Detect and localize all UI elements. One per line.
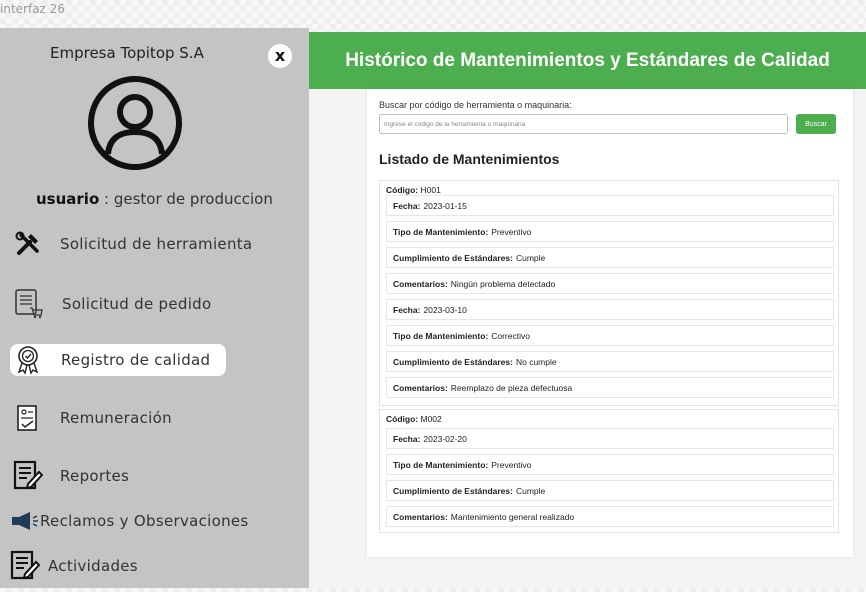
nav-label: Remuneración [60,409,172,427]
page-title: Histórico de Mantenimientos y Estándares… [345,49,830,71]
nav-label: Registro de calidad [61,351,211,369]
nav-remuneracion[interactable]: Remuneración [10,402,172,434]
group-code: Código: H001 [386,185,441,195]
list-title: Listado de Mantenimientos [379,151,560,167]
nav-registro-calidad[interactable]: Registro de calidad [10,344,226,376]
user-role: : gestor de produccion [99,190,273,208]
field-fecha: Fecha: 2023-02-20 [386,428,834,449]
nav-solicitud-herramienta[interactable]: Solicitud de herramienta [10,228,252,260]
field-comentarios: Comentarios: Reemplazo de pieza defectuos… [386,377,834,398]
field-tipo: Tipo de Mantenimiento: Correctivo [386,325,834,346]
close-button[interactable]: x [268,44,292,68]
megaphone-icon [10,505,40,537]
company-name: Empresa Topitop S.A [50,44,204,62]
field-comentarios: Comentarios: Mantenimiento general realiz… [386,506,834,527]
nav-reportes[interactable]: Reportes [10,460,129,492]
nav-label: Actividades [48,557,138,575]
field-fecha: Fecha: 2023-01-15 [386,195,834,216]
field-tipo: Tipo de Mantenimiento: Preventivo [386,221,834,242]
nav-label: Solicitud de pedido [62,295,212,313]
nav-label: Solicitud de herramienta [60,235,253,253]
search-label: Buscar por código de herramienta o maqui… [379,100,572,110]
field-tipo: Tipo de Mantenimiento: Preventivo [386,454,834,475]
user-avatar-icon [88,76,182,170]
search-input[interactable] [379,114,788,134]
tools-icon [10,228,46,260]
page-header: Histórico de Mantenimientos y Estándares… [309,32,866,89]
nav-label: Reportes [60,467,130,485]
user-label: usuario [36,190,100,208]
field-comentarios: Comentarios: Ningún problema detectado [386,273,834,294]
search-button[interactable]: Buscar [796,114,836,134]
nav-actividades[interactable]: Actividades [10,550,138,582]
activities-edit-icon [10,550,40,582]
user-info: usuario : gestor de produccion [36,190,273,208]
quality-badge-icon [10,344,46,376]
sidebar: Empresa Topitop S.A x usuario : gestor d… [0,28,309,588]
order-list-cart-icon [10,288,46,320]
window-title: interfaz 26 [0,2,65,16]
field-cumplimiento: Cumplimiento de Estándares: Cumple [386,247,834,268]
group-code: Código: M002 [386,414,442,424]
maintenance-group-h001: Código: H001 Fecha: 2023-01-15 Tipo de Ma… [379,180,839,406]
nav-label: Reclamos y Observaciones [40,512,249,530]
nav-reclamos[interactable]: Reclamos y Observaciones [10,505,249,537]
payroll-document-icon [10,402,46,434]
maintenance-group-m002: Código: M002 Fecha: 2023-02-20 Tipo de Ma… [379,409,839,533]
nav-solicitud-pedido[interactable]: Solicitud de pedido [10,288,211,320]
field-fecha: Fecha: 2023-03-10 [386,299,834,320]
field-cumplimiento: Cumplimiento de Estándares: Cumple [386,480,834,501]
report-edit-icon [10,460,46,492]
field-cumplimiento: Cumplimiento de Estándares: No cumple [386,351,834,372]
